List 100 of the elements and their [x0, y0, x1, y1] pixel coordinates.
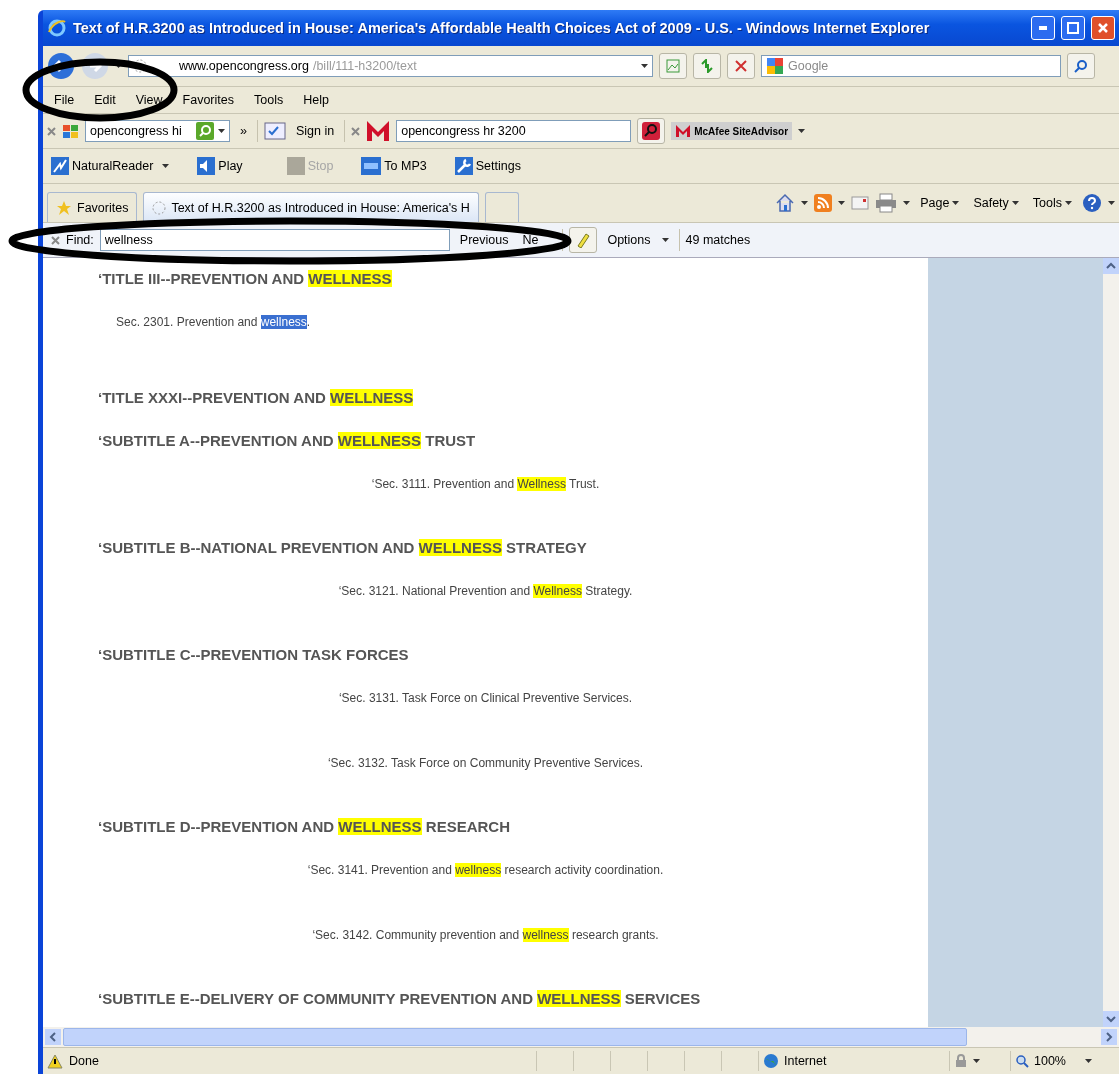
reader-toolbar-button[interactable]: Play [193, 155, 247, 177]
section-entry: ‘Sec. 3132. Task Force on Community Preventive Services. [326, 755, 645, 772]
globe-icon [763, 1053, 779, 1069]
refresh-button[interactable] [693, 53, 721, 79]
section-entry: ‘Sec. 3131. Task Force on Clinical Preventive Services. [337, 690, 634, 707]
caret-icon [641, 64, 648, 68]
caret-icon [1085, 1059, 1092, 1063]
mcafee-search-box[interactable]: opencongress hr 3200 [396, 120, 632, 142]
search-field[interactable]: Google [788, 59, 1056, 73]
browser-logo-icon [47, 18, 67, 38]
help-icon[interactable] [1082, 193, 1102, 213]
caret-icon [1108, 201, 1115, 205]
close-icon[interactable] [351, 126, 361, 136]
close-icon[interactable] [51, 235, 60, 245]
section-heading: ‘SUBTITLE C--PREVENTION TASK FORCES [97, 646, 410, 664]
close-icon [1097, 22, 1109, 34]
browser-tab[interactable]: Text of H.R.3200 as Introduced in House: America's H [143, 192, 479, 222]
command-menu-button[interactable]: Page [916, 194, 964, 212]
forward-icon[interactable] [81, 52, 109, 80]
search-icon[interactable] [196, 122, 214, 140]
rss-feed-icon[interactable] [814, 194, 833, 212]
maximize-button[interactable] [1061, 16, 1085, 40]
browser-tab[interactable]: Favorites [47, 192, 138, 222]
mp3-icon [361, 157, 382, 175]
warning-icon [47, 1053, 63, 1069]
reader-toolbar-button[interactable]: Settings [450, 155, 525, 177]
checklist-icon [263, 122, 286, 140]
menu-item[interactable]: Tools [247, 91, 291, 109]
previous-button[interactable]: Previous [455, 231, 513, 249]
caret-icon [1065, 201, 1072, 205]
caret-icon [661, 238, 669, 242]
mcafee-search-button[interactable] [637, 118, 666, 144]
section-heading: ‘TITLE XXXI--PREVENTION AND WELLNESS [97, 389, 415, 407]
section-heading: ‘SUBTITLE E--DELIVERY OF COMMUNITY PREVENTION AND WELLNESS SERVICES [97, 990, 702, 1008]
scroll-thumb[interactable] [63, 1028, 967, 1046]
page-icon [152, 200, 167, 215]
section-entry: ‘Sec. 3141. Prevention and wellness research activity coordination. [306, 862, 665, 879]
menu-item[interactable]: View [128, 91, 170, 109]
more-chevron[interactable]: » [236, 122, 251, 140]
find-field[interactable]: wellness [99, 229, 450, 251]
zoom-icon[interactable] [1015, 1054, 1029, 1068]
stop-button[interactable] [727, 53, 755, 79]
close-button[interactable] [1091, 16, 1115, 40]
chart-icon [666, 59, 680, 73]
windows-search-field[interactable]: opencongress hi [90, 124, 192, 138]
menu-item[interactable]: File [47, 91, 82, 109]
next-button[interactable]: Ne [518, 231, 543, 249]
windows-logo-icon [62, 123, 79, 139]
vertical-scrollbar[interactable] [1103, 258, 1119, 1027]
section-heading: ‘SUBTITLE D--PREVENTION AND WELLNESS RESEARCH [97, 818, 511, 836]
zoom-level[interactable]: 100% [1034, 1054, 1066, 1068]
google-logo-icon [766, 57, 784, 75]
url-path: /bill/111-h3200/text [312, 59, 418, 73]
command-menu-button[interactable]: Safety [969, 194, 1023, 212]
section-heading: ‘SUBTITLE A--PREVENTION AND WELLNESS TRUST [97, 432, 477, 450]
status-text: Done [69, 1054, 99, 1068]
search-button[interactable] [1067, 53, 1095, 79]
section-entry: ‘Sec. 3111. Prevention and Wellness Trust. [370, 476, 601, 493]
minimize-icon [1039, 26, 1047, 30]
stop-icon [286, 157, 305, 175]
scroll-right-icon[interactable] [1101, 1029, 1117, 1045]
find-label: Find: [66, 233, 94, 247]
windows-search-box[interactable]: opencongress hi [85, 120, 230, 142]
options-button[interactable]: Options [603, 231, 673, 249]
search-box[interactable]: Google [761, 55, 1061, 77]
command-menu-button[interactable]: Tools [1028, 194, 1076, 212]
scroll-down-icon[interactable] [1103, 1011, 1119, 1027]
close-icon[interactable] [47, 126, 56, 136]
menu-item[interactable]: Help [296, 91, 336, 109]
mcafee-search-field[interactable]: opencongress hr 3200 [401, 124, 627, 138]
menu-item[interactable]: Favorites [175, 91, 241, 109]
sign-in-link[interactable]: Sign in [291, 122, 339, 140]
search-icon [1074, 59, 1088, 73]
section-heading: ‘TITLE III--PREVENTION AND WELLNESS [97, 270, 393, 288]
back-icon[interactable] [47, 52, 75, 80]
caret-icon [903, 201, 911, 205]
caret-icon [1011, 201, 1019, 205]
siteadvisor-button[interactable]: McAfee SiteAdvisor [671, 122, 793, 140]
reader-toolbar-button[interactable]: NaturalReader [47, 155, 174, 177]
section-entry: Sec. 2301. Prevention and wellness. [115, 314, 312, 331]
caret-icon [838, 201, 846, 205]
mcafee-logo-icon [366, 120, 391, 142]
caret-icon [115, 64, 122, 68]
mail-icon[interactable] [851, 196, 870, 210]
menu-item[interactable]: Edit [87, 91, 123, 109]
scroll-left-icon[interactable] [45, 1029, 61, 1045]
wrench-icon [454, 157, 473, 175]
window-title: Text of H.R.3200 as Introduced in House: America's Affordable Health Choices Act of 2009 - U.S. - Windows Internet Explorer [73, 20, 930, 36]
url-host: www.opencongress.org [179, 59, 309, 73]
address-field[interactable]: www.opencongress.org /bill/111-h3200/text [128, 55, 653, 77]
home-icon[interactable] [775, 193, 796, 213]
lock-icon[interactable] [954, 1054, 968, 1068]
minimize-button[interactable] [1031, 16, 1055, 40]
highlight-button[interactable] [569, 227, 598, 253]
caret-icon [798, 129, 806, 133]
caret-icon [801, 201, 809, 205]
horizontal-scrollbar[interactable] [43, 1027, 1119, 1047]
scroll-up-icon[interactable] [1103, 258, 1119, 274]
reader-toolbar-button[interactable]: To MP3 [357, 155, 431, 177]
printer-icon[interactable] [875, 193, 898, 213]
